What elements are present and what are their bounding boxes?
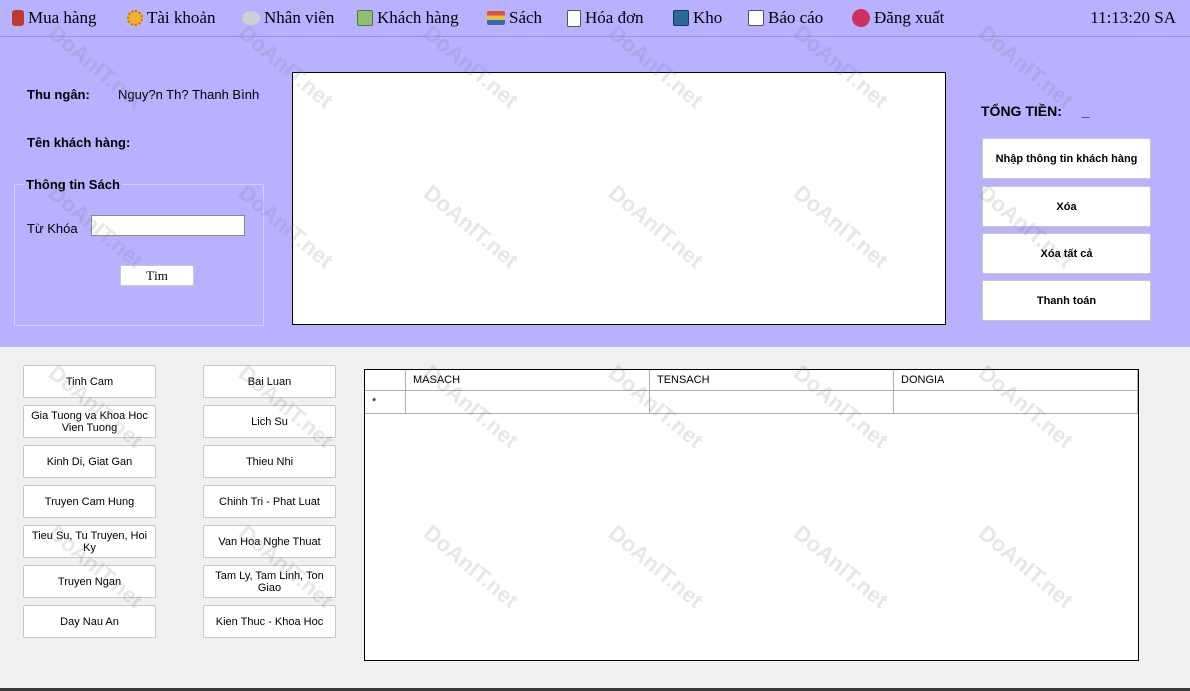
total-label: TỔNG TIỀN: — [981, 103, 1062, 119]
books-grid[interactable]: MASACH TENSACH DONGIA * — [364, 369, 1139, 661]
category-button-cooking[interactable]: Day Nau An — [23, 605, 156, 638]
category-button-art-culture[interactable]: Van Hoa Nghe Thuat — [203, 525, 336, 558]
menu-item-label: Đăng xuất — [874, 8, 945, 27]
keyword-label: Từ Khóa — [27, 221, 78, 236]
search-button[interactable]: Tìm — [120, 265, 194, 286]
menu-item-reports[interactable]: Báo cáo — [748, 8, 823, 28]
category-button-essays[interactable]: Bai Luan — [203, 365, 336, 398]
menu-item-label: Kho — [693, 8, 723, 27]
cashier-name: Nguy?n Th? Thanh Bình — [118, 87, 260, 102]
category-button-science[interactable]: Kien Thuc - Khoa Hoc — [203, 605, 336, 638]
menu-item-books[interactable]: Sách — [487, 8, 542, 28]
menu-item-label: Khách hàng — [377, 8, 459, 27]
category-button-inspiration[interactable]: Truyen Cam Hung — [23, 485, 156, 518]
invoice-icon — [567, 9, 581, 27]
book-info-group — [14, 184, 264, 326]
enter-customer-button[interactable]: Nhập thông tin khách hàng — [982, 138, 1151, 179]
category-button-biography[interactable]: Tieu Su, Tu Truyen, Hoi Ky — [23, 525, 156, 558]
column-header-dongia[interactable]: DONGIA — [894, 370, 1138, 390]
cashier-label: Thu ngân: — [27, 87, 90, 102]
delete-button[interactable]: Xóa — [982, 186, 1151, 227]
menu-item-buy[interactable]: Mua hàng — [12, 8, 96, 28]
table-cell[interactable] — [650, 390, 894, 413]
menu-bar: Mua hàng Tài khoản Nhân viên Khách hàng … — [0, 0, 1190, 37]
menu-item-customers[interactable]: Khách hàng — [357, 8, 459, 28]
customer-icon — [357, 10, 373, 26]
category-button-short-stories[interactable]: Truyen Ngan — [23, 565, 156, 598]
new-row-marker: * — [365, 390, 406, 413]
row-header-cell — [365, 370, 406, 390]
category-button-psychology[interactable]: Tam Ly, Tam Linh, Ton Giao — [203, 565, 336, 598]
table-cell[interactable] — [894, 390, 1138, 413]
menu-item-label: Nhân viên — [264, 8, 335, 27]
menu-item-label: Báo cáo — [768, 8, 824, 27]
category-button-romance[interactable]: Tinh Cam — [23, 365, 156, 398]
customer-name-label: Tên khách hàng: — [27, 135, 131, 150]
books-icon — [487, 11, 505, 25]
column-header-tensach[interactable]: TENSACH — [650, 370, 894, 390]
category-button-history[interactable]: Lich Su — [203, 405, 336, 438]
column-header-masach[interactable]: MASACH — [406, 370, 650, 390]
menu-item-invoices[interactable]: Hóa đơn — [567, 8, 644, 28]
menu-item-logout[interactable]: Đăng xuất — [852, 8, 944, 28]
grid-header: MASACH TENSACH DONGIA — [365, 370, 1138, 391]
menu-item-label: Mua hàng — [28, 8, 97, 27]
menu-item-label: Tài khoản — [147, 8, 216, 27]
book-info-title: Thông tin Sách — [24, 177, 122, 192]
shopping-icon — [12, 10, 24, 26]
keyword-input[interactable] — [91, 215, 245, 236]
menu-item-employees[interactable]: Nhân viên — [242, 8, 334, 28]
table-cell[interactable] — [406, 390, 650, 413]
category-button-horror[interactable]: Kinh Di, Giat Gan — [23, 445, 156, 478]
total-value: _ — [1082, 103, 1090, 119]
warehouse-icon — [673, 10, 689, 26]
menu-item-label: Sách — [509, 8, 543, 27]
category-button-children[interactable]: Thieu Nhi — [203, 445, 336, 478]
clock: 11:13:20 SA — [1090, 8, 1176, 27]
category-button-politics-law[interactable]: Chinh Tri - Phat Luat — [203, 485, 336, 518]
pay-button[interactable]: Thanh toán — [982, 280, 1151, 321]
gear-icon — [127, 10, 143, 26]
table-row[interactable]: * — [365, 390, 1138, 414]
customer-info-panel — [292, 72, 946, 325]
menu-item-warehouse[interactable]: Kho — [673, 8, 722, 28]
employees-icon — [242, 11, 260, 25]
logout-icon — [852, 9, 870, 27]
menu-item-account[interactable]: Tài khoản — [127, 8, 215, 28]
report-icon — [748, 10, 764, 26]
delete-all-button[interactable]: Xóa tất cả — [982, 233, 1151, 274]
menu-item-label: Hóa đơn — [585, 8, 644, 27]
category-button-scifi[interactable]: Gia Tuong va Khoa Hoc Vien Tuong — [23, 405, 156, 438]
